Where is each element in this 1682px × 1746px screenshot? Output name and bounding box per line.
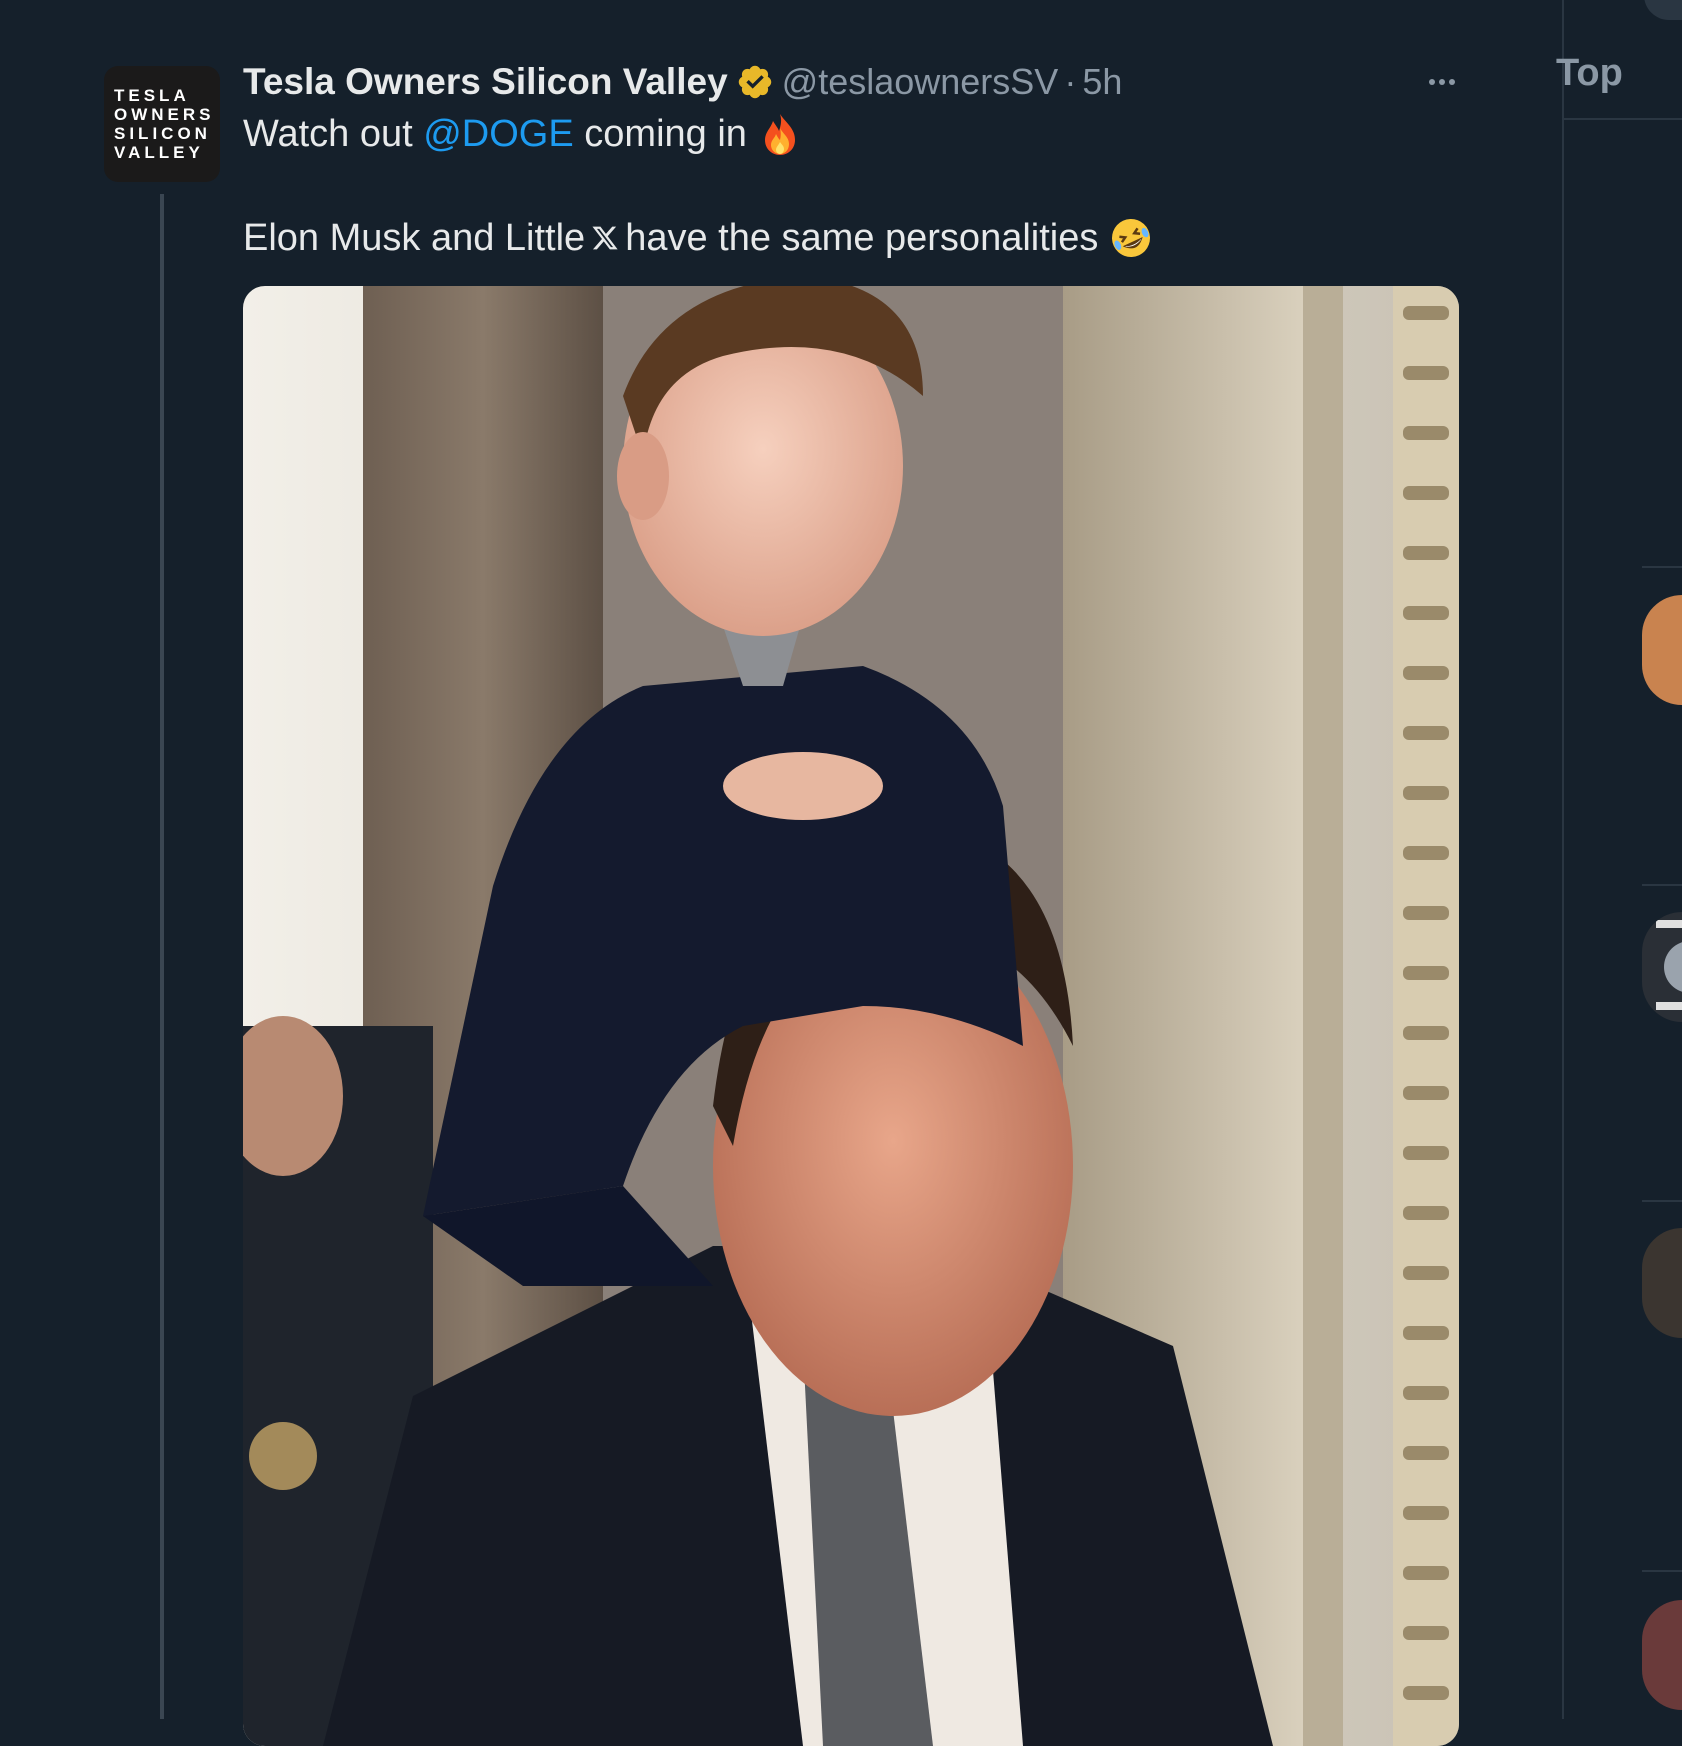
more-dot <box>1429 79 1435 85</box>
verified-badge-icon[interactable] <box>736 63 774 101</box>
avatar-text-line: OWNERS <box>114 105 215 124</box>
tweet-text: Watch out <box>243 112 413 155</box>
author-handle[interactable]: @teslaownersSV <box>782 61 1059 103</box>
x-logo-icon <box>591 223 619 253</box>
doge-mention-link[interactable]: @DOGE <box>423 113 573 156</box>
right-sidebar <box>1564 0 1682 1719</box>
avatar-text-line: VALLEY <box>114 143 204 162</box>
sidebar-divider <box>1642 566 1682 568</box>
thread-connector-line <box>160 194 164 1719</box>
author-avatar[interactable]: TESLA OWNERS SILICON VALLEY <box>104 66 220 182</box>
avatar-text-line: TESLA <box>114 86 190 105</box>
tweet-text-line-2: Elon Musk and Little have the same perso… <box>243 212 1152 264</box>
photo-illustration <box>243 286 1459 1746</box>
more-dot <box>1449 79 1455 85</box>
tweet-thread: TESLA OWNERS SILICON VALLEY Tesla Owners… <box>0 0 1562 1746</box>
sidebar-divider <box>1642 884 1682 886</box>
tweet-photo[interactable] <box>243 286 1459 1746</box>
tweet-text: have the same personalities <box>625 216 1099 259</box>
avatar-text-line: SILICON <box>114 124 211 143</box>
tab-top[interactable]: Top <box>1556 52 1623 95</box>
fire-emoji-icon <box>761 112 799 156</box>
sidebar-divider <box>1642 1570 1682 1572</box>
tweet-text: coming in <box>584 112 747 155</box>
more-options-button[interactable] <box>1418 62 1466 102</box>
tweet-text-line-1: Watch out @DOGE coming in <box>243 108 799 160</box>
more-dot <box>1439 79 1445 85</box>
tweet-timestamp[interactable]: 5h <box>1082 61 1122 103</box>
author-name[interactable]: Tesla Owners Silicon Valley <box>243 61 728 103</box>
header-separator: · <box>1064 61 1077 102</box>
sidebar-divider <box>1564 118 1682 120</box>
sidebar-divider <box>1642 1200 1682 1202</box>
page: TESLA OWNERS SILICON VALLEY Tesla Owners… <box>0 0 1682 1746</box>
tweet-header: Tesla Owners Silicon Valley @teslaowners… <box>243 54 1122 110</box>
tweet-text: Elon Musk and Little <box>243 216 586 259</box>
rofl-emoji-icon <box>1110 217 1152 259</box>
